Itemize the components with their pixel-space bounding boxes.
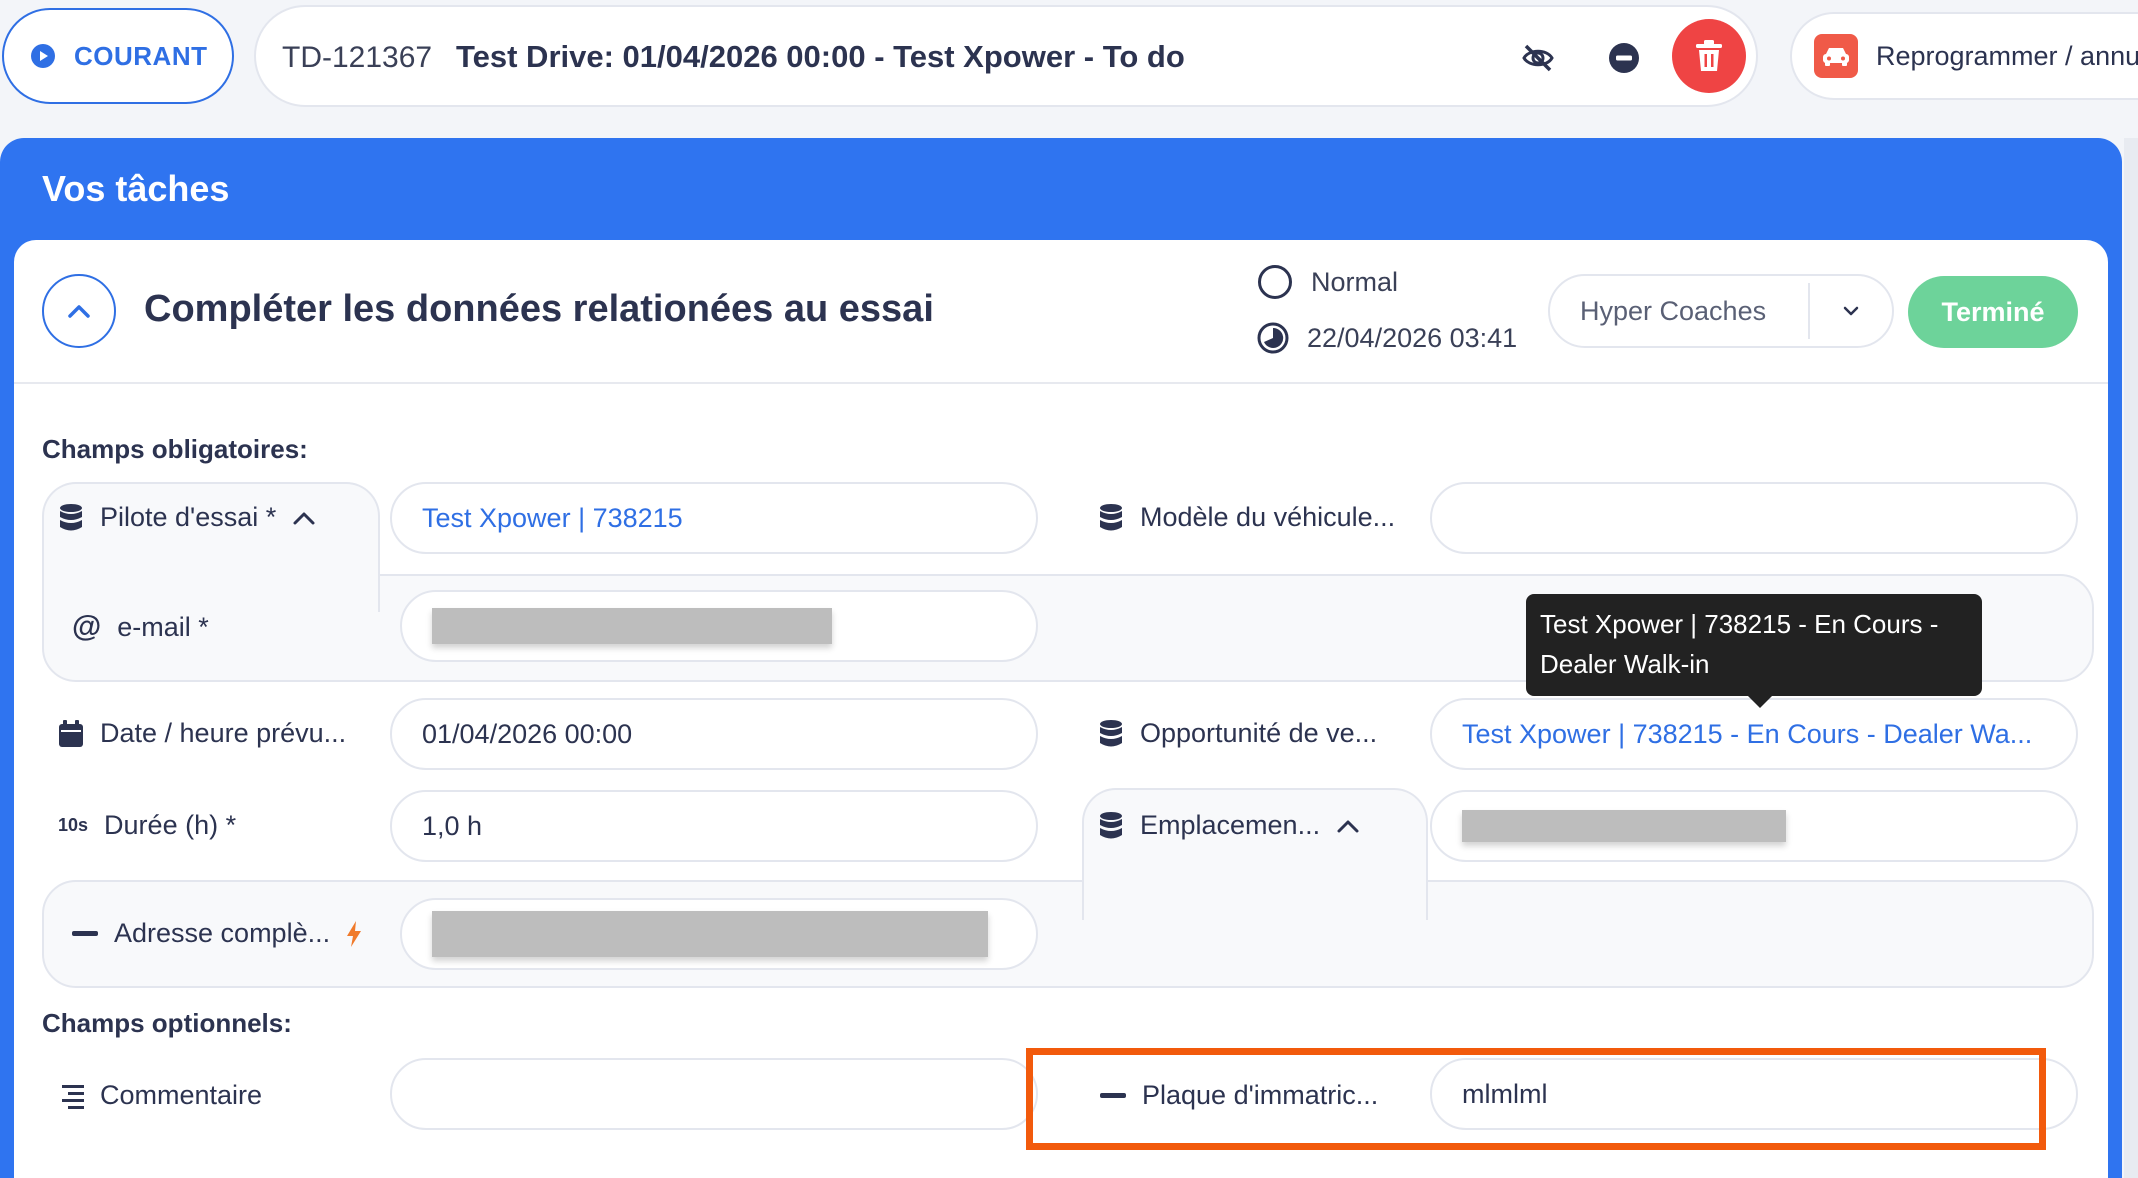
record-code: TD-121367 [282, 41, 433, 74]
address-label: Adresse complè... [72, 918, 362, 949]
vehicle-model-input[interactable] [1430, 482, 2078, 554]
hide-button[interactable] [1518, 40, 1558, 76]
duration-label-text: Durée (h) * [104, 810, 237, 840]
database-icon [1098, 503, 1124, 533]
opportunity-label-text: Opportunité de ve... [1140, 718, 1378, 748]
email-label: @ e-mail * [72, 610, 209, 644]
clock-progress-icon [1257, 322, 1289, 354]
due-date-label: 22/04/2026 03:41 [1307, 322, 1518, 353]
chevron-down-icon[interactable] [1810, 306, 1892, 316]
redacted-address [432, 911, 988, 957]
location-subgroup-joint [1084, 876, 1426, 888]
date-input[interactable]: 01/04/2026 00:00 [390, 698, 1038, 770]
opportunity-link[interactable]: Test Xpower | 738215 - En Cours - Dealer… [1462, 719, 2032, 750]
assignee-name: Hyper Coaches [1580, 295, 1767, 326]
lightning-icon [346, 920, 362, 947]
redacted-email [432, 608, 832, 644]
email-input[interactable] [400, 590, 1038, 662]
circle-outline-icon [1257, 264, 1293, 300]
chevron-up-icon[interactable] [1336, 818, 1360, 834]
optional-fields-label: Champs optionnels: [42, 1008, 292, 1038]
chevron-up-icon[interactable] [292, 510, 316, 526]
minus-icon [72, 930, 98, 937]
database-icon [1098, 811, 1124, 841]
align-right-icon [58, 1083, 84, 1109]
record-title: Test Drive: 01/04/2026 00:00 - Test Xpow… [456, 39, 1185, 74]
vehicle-model-label: Modèle du véhicule... [1098, 502, 1395, 533]
minus-button[interactable] [1608, 42, 1640, 74]
minus-circle-icon [1608, 42, 1640, 74]
assignee-select[interactable]: Hyper Coaches [1548, 274, 1894, 348]
date-label: Date / heure prévu... [58, 718, 346, 749]
scrollbar-track[interactable] [2124, 138, 2138, 1178]
at-sign-icon: @ [72, 610, 102, 643]
required-fields-label: Champs obligatoires: [42, 434, 308, 464]
highlight-box [1026, 1048, 2046, 1150]
car-icon [1814, 34, 1858, 78]
pilot-label: Pilote d'essai * [58, 502, 316, 533]
status-label: COURANT [74, 40, 208, 71]
calendar-icon [58, 719, 84, 748]
address-label-text: Adresse complè... [114, 918, 331, 948]
reschedule-button[interactable]: Reprogrammer / annuler [1790, 12, 2138, 100]
location-label-text: Emplacemen... [1140, 810, 1321, 840]
duration-label: 10s Durée (h) * [58, 810, 236, 841]
tasks-panel-title: Vos tâches [42, 168, 230, 209]
opportunity-tooltip: Test Xpower | 738215 - En Cours - Dealer… [1526, 594, 1982, 708]
status-pill[interactable]: COURANT [2, 8, 234, 104]
redacted-location [1462, 810, 1786, 842]
address-input[interactable] [400, 898, 1038, 970]
duration-value: 1,0 h [422, 810, 483, 841]
comment-label-text: Commentaire [100, 1080, 263, 1110]
database-icon [1098, 719, 1124, 749]
pilot-link[interactable]: Test Xpower | 738215 [422, 503, 683, 534]
location-input[interactable] [1430, 790, 2078, 862]
opportunity-label: Opportunité de ve... [1098, 718, 1377, 749]
pilot-input[interactable]: Test Xpower | 738215 [390, 482, 1038, 554]
date-value: 01/04/2026 00:00 [422, 718, 633, 749]
email-label-text: e-mail * [117, 611, 209, 642]
eye-off-icon [1521, 43, 1555, 73]
vehicle-model-label-text: Modèle du véhicule... [1140, 502, 1396, 532]
duration-icon: 10s [58, 815, 89, 835]
location-subgroup-upper [1082, 788, 1428, 920]
task-card: Compléter les données relationées au ess… [14, 240, 2108, 1178]
trash-icon [1694, 39, 1724, 73]
done-button[interactable]: Terminé [1908, 276, 2078, 348]
reschedule-label: Reprogrammer / annuler [1876, 40, 2138, 71]
comment-input[interactable] [390, 1058, 1038, 1130]
comment-label: Commentaire [58, 1080, 262, 1111]
card-divider [14, 382, 2108, 384]
record-title-bar: TD-121367 Test Drive: 01/04/2026 00:00 -… [254, 5, 1758, 107]
task-title: Compléter les données relationées au ess… [144, 288, 934, 330]
collapse-button[interactable] [42, 274, 116, 348]
database-icon [58, 503, 84, 533]
location-label: Emplacemen... [1098, 810, 1360, 841]
delete-button[interactable] [1672, 19, 1746, 93]
priority: Normal [1257, 264, 1398, 300]
chevron-up-icon [66, 303, 92, 319]
due-date: 22/04/2026 03:41 [1257, 322, 1517, 354]
date-label-text: Date / heure prévu... [100, 718, 347, 748]
priority-label: Normal [1311, 266, 1399, 297]
opportunity-input[interactable]: Test Xpower | 738215 - En Cours - Dealer… [1430, 698, 2078, 770]
play-circle-icon [30, 43, 56, 69]
pilot-label-text: Pilote d'essai * [100, 502, 277, 532]
duration-input[interactable]: 1,0 h [390, 790, 1038, 862]
